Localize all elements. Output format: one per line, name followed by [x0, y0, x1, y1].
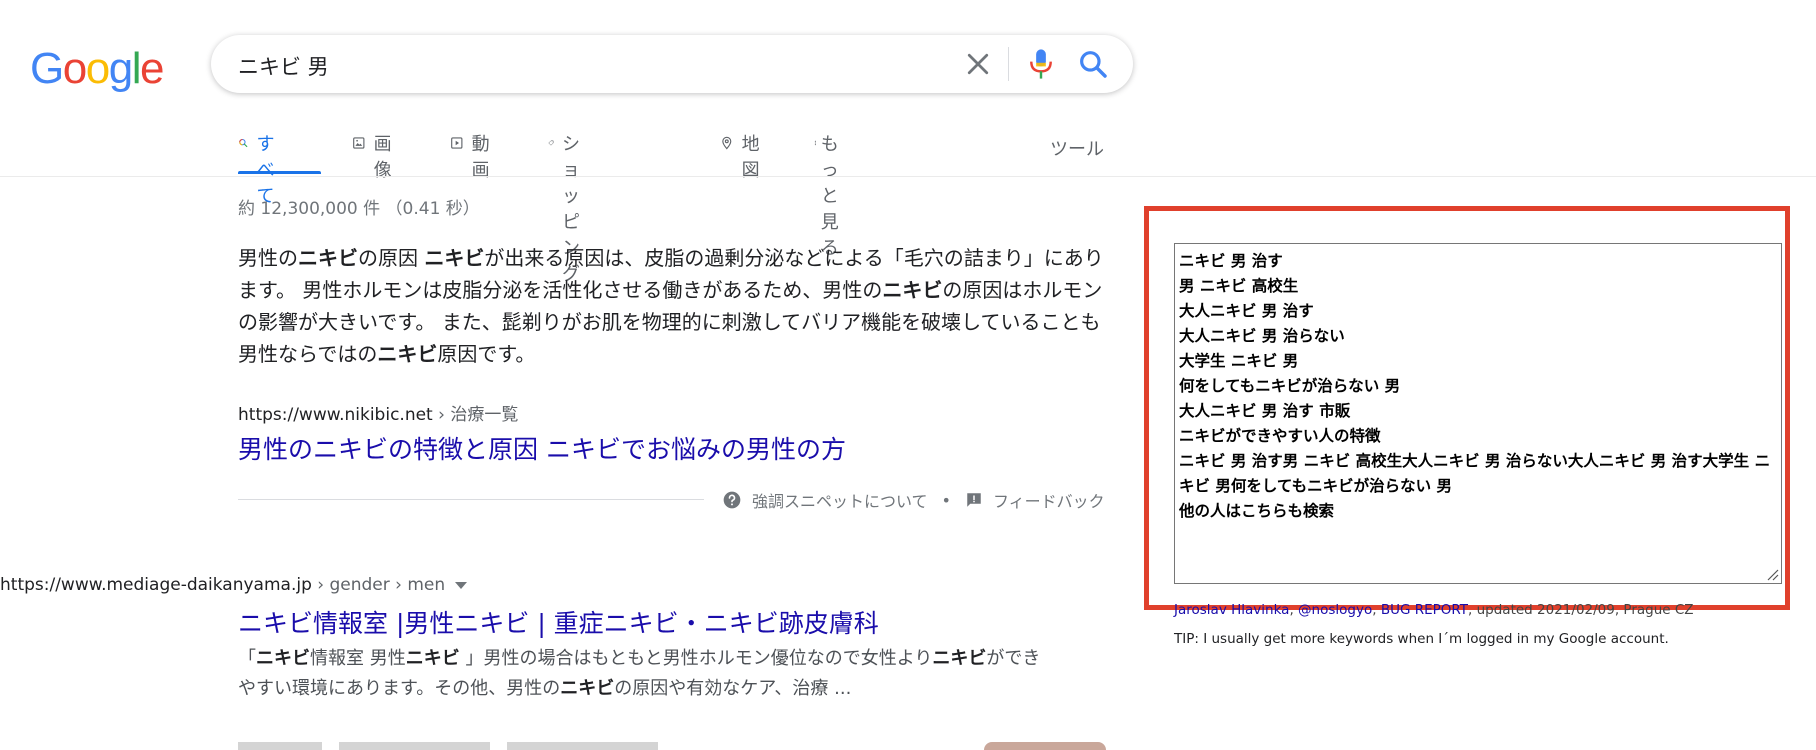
- keyword-line: ニキビ 男 治す男 ニキビ 高校生大人ニキビ 男 治らない大人ニキビ 男 治す大…: [1179, 452, 1771, 495]
- handle-link[interactable]: @noslogyo: [1298, 602, 1372, 618]
- featured-snippet-cite[interactable]: https://www.nikibic.net › 治療一覧: [238, 400, 518, 425]
- result-stats: 約 12,300,000 件 （0.41 秒）: [238, 199, 480, 219]
- resize-handle-icon[interactable]: [1765, 567, 1779, 581]
- keyword-line: 男 ニキビ 高校生: [1179, 277, 1299, 295]
- image-icon: [353, 137, 365, 149]
- logo-letter: o: [85, 44, 110, 93]
- search-box[interactable]: ニキビ 男: [211, 35, 1133, 93]
- snippet-fragment: 原因です。: [437, 342, 536, 366]
- snippet-footer: 強調スニペットについて • フィードバック: [722, 488, 1105, 512]
- featured-snippet-text: 男性のニキビの原因 ニキビが出来る原因は、皮脂の過剰分泌などによる「毛穴の詰まり…: [238, 242, 1118, 370]
- mic-icon[interactable]: [1026, 47, 1056, 81]
- footer-separator: •: [941, 490, 951, 510]
- keyword-line: ニキビができやすい人の特徴: [1179, 427, 1381, 445]
- keyword-line: 大人ニキビ 男 治す 市販: [1179, 402, 1351, 420]
- result-thumbnail[interactable]: [984, 742, 1106, 750]
- featured-snippet-title[interactable]: 男性のニキビの特徴と原因 ニキビでお悩みの男性の方: [238, 430, 846, 466]
- keyword-line: ニキビ 男 治す: [1179, 252, 1283, 270]
- tab-label: 地図: [741, 134, 760, 181]
- credit-separator: ,: [1372, 602, 1381, 618]
- search-input[interactable]: ニキビ 男: [238, 51, 329, 81]
- highlighted-term: ニキビ: [882, 278, 943, 302]
- map-pin-icon: [722, 136, 732, 150]
- feedback-icon: [967, 493, 981, 507]
- snippet-fragment: の原因: [358, 246, 425, 270]
- cite-domain: https://www.nikibic.net: [238, 405, 433, 425]
- keywords-textarea[interactable]: ニキビ 男 治す男 ニキビ 高校生 大人ニキビ 男 治す大人ニキビ 男 治らない大…: [1174, 243, 1782, 584]
- tab-label: 画像: [373, 134, 392, 181]
- video-icon: [451, 137, 463, 149]
- tag-icon: [548, 140, 554, 146]
- snippet-fragment: 情報室 男性: [310, 648, 406, 669]
- cite-path: › 治療一覧: [432, 405, 519, 425]
- google-logo[interactable]: Google: [30, 44, 164, 94]
- logo-letter: g: [108, 44, 133, 93]
- result-title[interactable]: ニキビ情報室 |男性ニキビ | 重症ニキビ・ニキビ跡皮膚科: [238, 604, 879, 640]
- credit-updated: , updated 2021/02/09, Prague CZ: [1468, 602, 1694, 618]
- highlighted-term: ニキビ: [424, 246, 485, 270]
- tab-shopping[interactable]: ショッピング: [548, 130, 594, 285]
- highlighted-term: ニキビ: [932, 648, 987, 669]
- keyword-line: 大人ニキビ 男 治らない: [1179, 327, 1345, 345]
- snippet-fragment: 「: [238, 648, 256, 669]
- chevron-down-icon[interactable]: [455, 581, 468, 589]
- result-cite[interactable]: https://www.mediage-daikanyama.jp › gend…: [0, 575, 468, 595]
- active-tab-indicator: [238, 171, 321, 174]
- search-icon[interactable]: [1077, 48, 1109, 80]
- cite-domain: https://www.mediage-daikanyama.jp: [0, 575, 312, 595]
- snippet-fragment: の原因や有効なケア、治療 ...: [614, 678, 852, 699]
- tab-label: もっと見る: [820, 134, 839, 259]
- logo-letter: G: [30, 44, 64, 93]
- keyword-line: 他の人はこちらも検索: [1179, 502, 1335, 520]
- keyword-line: 何をしてもニキビが治らない 男: [1179, 377, 1401, 395]
- keyword-line: 大学生 ニキビ 男: [1179, 352, 1299, 370]
- cite-path: › gender › men: [311, 575, 446, 595]
- tab-more[interactable]: もっと見る: [814, 130, 846, 259]
- highlighted-term: ニキビ: [256, 648, 310, 669]
- feedback-link[interactable]: フィードバック: [993, 488, 1105, 512]
- logo-letter: e: [139, 44, 164, 93]
- more-vert-icon: [814, 140, 816, 146]
- highlighted-term: ニキビ: [405, 648, 460, 669]
- highlighted-term: ニキビ: [377, 342, 438, 366]
- bug-report-link[interactable]: BUG REPORT: [1381, 602, 1468, 618]
- tab-label: 動画: [471, 134, 490, 181]
- logo-letter: l: [131, 44, 142, 93]
- tab-videos[interactable]: 動画: [450, 130, 496, 181]
- about-snippet-link[interactable]: 強調スニペットについて: [752, 488, 928, 512]
- extension-credit: Jaroslav Hlavinka, @noslogyo, BUG REPORT…: [1174, 602, 1694, 618]
- highlighted-term: ニキビ: [298, 246, 358, 270]
- next-result-partial: [238, 742, 658, 750]
- search-divider: [1008, 47, 1009, 81]
- result-snippet: 「ニキビ情報室 男性ニキビ 」男性の場合はもともと男性ホルモン優位なので女性より…: [238, 644, 1048, 704]
- logo-letter: o: [62, 44, 87, 93]
- tab-all[interactable]: すべて: [238, 130, 284, 207]
- tools-button[interactable]: ツール: [1050, 135, 1104, 161]
- credit-separator: ,: [1289, 602, 1299, 618]
- help-icon: [723, 491, 741, 509]
- clear-icon[interactable]: [963, 49, 993, 79]
- keyword-line: 大人ニキビ 男 治す: [1179, 302, 1314, 320]
- tab-images[interactable]: 画像: [352, 130, 398, 181]
- highlighted-term: ニキビ: [560, 678, 615, 699]
- snippet-fragment: 」男性の場合はもともと男性ホルモン優位なので女性より: [459, 648, 933, 669]
- snippet-fragment: 男性の: [238, 246, 298, 270]
- tab-maps[interactable]: 地図: [720, 130, 766, 181]
- author-link[interactable]: Jaroslav Hlavinka: [1174, 602, 1289, 618]
- snippet-divider: [238, 499, 704, 500]
- search-icon: [239, 138, 248, 148]
- extension-tip: TIP: I usually get more keywords when I´…: [1174, 631, 1669, 647]
- header-divider: [0, 176, 1816, 177]
